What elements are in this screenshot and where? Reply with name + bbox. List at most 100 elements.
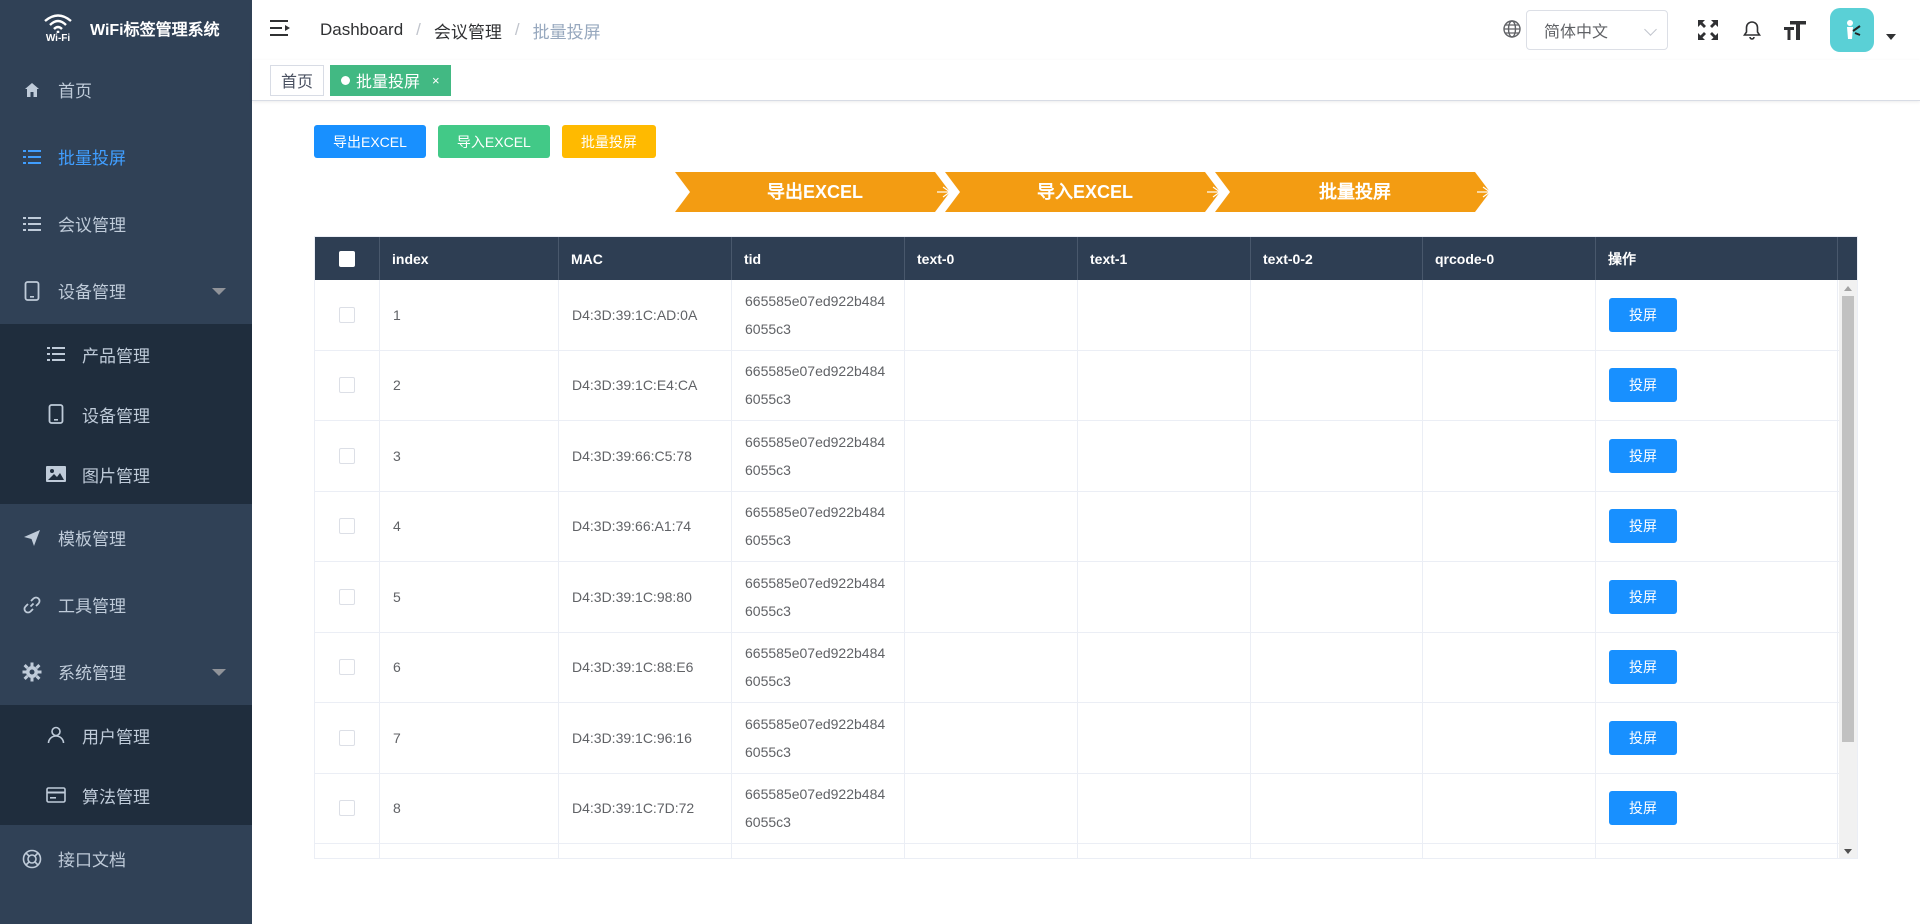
column-header[interactable]: text-0: [905, 237, 1078, 280]
sidebar-item-devices[interactable]: 设备管理: [0, 384, 252, 444]
text-0-cell: [905, 280, 1078, 350]
column-header[interactable]: text-0-2: [1251, 237, 1423, 280]
sidebar-item-templates[interactable]: 模板管理: [0, 504, 252, 571]
sidebar-item-label: 模板管理: [58, 530, 126, 549]
row-checkbox[interactable]: [339, 800, 355, 817]
text-0-cell: [905, 562, 1078, 632]
table-row: 7 D4:3D:39:1C:96:16 665585e07ed922b4846055…: [315, 703, 1839, 774]
sidebar-item-api-docs[interactable]: 接口文档: [0, 825, 252, 892]
logo-mark-text: Wi-Fi: [45, 32, 71, 44]
sidebar-item-label: 用户管理: [82, 727, 150, 747]
row-select-cell: [315, 280, 380, 350]
empty-cell: [905, 844, 1078, 858]
index-cell: 3: [380, 421, 559, 491]
data-table: index MAC tid text-0 text-1 text-0-2 qrc…: [314, 236, 1858, 859]
text-0-2-cell: [1251, 562, 1423, 632]
text-0-cell: [905, 491, 1078, 561]
hamburger-icon[interactable]: [270, 18, 294, 42]
index-cell: 7: [380, 703, 559, 773]
sidebar-item-tools[interactable]: 工具管理: [0, 571, 252, 638]
cast-button[interactable]: 投屏: [1609, 650, 1677, 685]
chevron-down-icon: [212, 287, 226, 295]
cast-button[interactable]: 投屏: [1609, 579, 1677, 614]
send-icon: [22, 528, 42, 548]
sidebar-item-batch-cast[interactable]: 批量投屏: [0, 123, 252, 190]
table-row: 6 D4:3D:39:1C:88:E6 665585e07ed922b4846055…: [315, 632, 1839, 703]
tag-batch-cast[interactable]: 批量投屏 ×: [330, 64, 451, 96]
close-icon[interactable]: ×: [432, 73, 440, 88]
index-cell: 6: [380, 632, 559, 702]
action-cell: 投屏: [1596, 421, 1838, 491]
row-checkbox[interactable]: [339, 588, 355, 605]
sidebar-item-label: 接口文档: [58, 851, 126, 870]
import-excel-button[interactable]: 导入EXCEL: [437, 125, 550, 158]
row-checkbox[interactable]: [339, 729, 355, 746]
cast-button[interactable]: 投屏: [1609, 509, 1677, 544]
sidebar-item-users[interactable]: 用户管理: [0, 705, 252, 765]
cast-button[interactable]: 投屏: [1609, 368, 1677, 403]
cast-button[interactable]: 投屏: [1609, 791, 1677, 826]
step-3: 批量投屏: [1215, 172, 1492, 212]
tid-cell: 665585e07ed922b4846055c3: [732, 350, 905, 420]
cast-button[interactable]: 投屏: [1609, 297, 1677, 332]
scroll-up-icon[interactable]: [1844, 286, 1852, 291]
qrcode-0-cell: [1423, 562, 1596, 632]
table-header: index MAC tid text-0 text-1 text-0-2 qrc…: [315, 237, 1857, 280]
row-checkbox[interactable]: [339, 518, 355, 535]
cast-button[interactable]: 投屏: [1609, 720, 1677, 755]
tag-label: 批量投屏: [356, 74, 421, 91]
avatar[interactable]: [1830, 8, 1874, 52]
sidebar-item-home[interactable]: 首页: [0, 56, 252, 123]
column-header[interactable]: 操作: [1596, 237, 1838, 280]
export-excel-button[interactable]: 导出EXCEL: [314, 125, 426, 158]
sidebar-item-label: 算法管理: [82, 787, 150, 807]
sidebar-item-label: 批量投屏: [58, 149, 126, 168]
sidebar-item-meetings[interactable]: 会议管理: [0, 190, 252, 257]
caret-down-icon[interactable]: [1886, 34, 1896, 40]
select-all-checkbox[interactable]: [339, 250, 355, 267]
breadcrumb-dashboard[interactable]: Dashboard: [320, 20, 403, 40]
fullscreen-icon[interactable]: [1695, 17, 1721, 43]
text-1-cell: [1078, 491, 1251, 561]
column-header[interactable]: index: [380, 237, 559, 280]
action-cell: 投屏: [1596, 491, 1838, 561]
sidebar-item-images[interactable]: 图片管理: [0, 444, 252, 504]
table-body: 1 D4:3D:39:1C:AD:0A 665585e07ed922b4846055…: [315, 280, 1839, 858]
action-cell: 投屏: [1596, 773, 1838, 843]
column-header[interactable]: tid: [732, 237, 905, 280]
image-icon: [46, 464, 66, 484]
sidebar-item-system[interactable]: 系统管理: [0, 638, 252, 705]
column-header[interactable]: MAC: [559, 237, 732, 280]
bell-icon[interactable]: [1739, 17, 1765, 43]
cast-button[interactable]: 投屏: [1609, 438, 1677, 473]
app-logo[interactable]: Wi-Fi WiFi标签管理系统: [0, 0, 252, 56]
qrcode-0-cell: [1423, 280, 1596, 350]
breadcrumb-meetings[interactable]: 会议管理: [434, 18, 502, 43]
sidebar-item-algorithms[interactable]: 算法管理: [0, 765, 252, 825]
column-header[interactable]: text-1: [1078, 237, 1251, 280]
tid-cell: 665585e07ed922b4846055c3: [732, 632, 905, 702]
mac-cell: D4:3D:39:66:A1:74: [559, 491, 732, 561]
row-checkbox[interactable]: [339, 306, 355, 323]
tag-home[interactable]: 首页: [270, 64, 325, 96]
action-cell: 投屏: [1596, 350, 1838, 420]
table-row: 8 D4:3D:39:1C:7D:72 665585e07ed922b4846055…: [315, 773, 1839, 844]
scroll-down-icon[interactable]: [1844, 849, 1852, 854]
text-0-2-cell: [1251, 773, 1423, 843]
list-icon: [46, 344, 66, 364]
language-select[interactable]: 简体中文: [1526, 10, 1668, 50]
batch-cast-button[interactable]: 批量投屏: [561, 125, 656, 158]
sidebar-item-device-group[interactable]: 设备管理: [0, 257, 252, 324]
chevron-down-icon: [212, 668, 226, 676]
scrollbar-thumb[interactable]: [1842, 296, 1854, 742]
sidebar-item-label: 设备管理: [82, 406, 150, 426]
vertical-scrollbar[interactable]: [1839, 280, 1857, 858]
row-checkbox[interactable]: [339, 377, 355, 394]
tid-cell: 665585e07ed922b4846055c3: [732, 773, 905, 843]
row-checkbox[interactable]: [339, 447, 355, 464]
column-header[interactable]: qrcode-0: [1423, 237, 1596, 280]
sidebar-item-products[interactable]: 产品管理: [0, 324, 252, 384]
font-size-icon[interactable]: [1783, 17, 1809, 43]
row-checkbox[interactable]: [339, 659, 355, 676]
table-row: 1 D4:3D:39:1C:AD:0A 665585e07ed922b4846055…: [315, 280, 1839, 351]
